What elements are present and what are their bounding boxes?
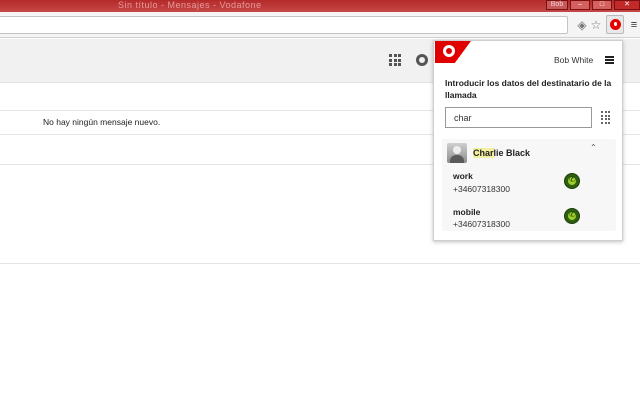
profile-button[interactable]: Bob	[546, 0, 568, 10]
vodafone-logo-icon	[443, 45, 455, 57]
hamburger-menu-icon[interactable]	[605, 56, 614, 64]
phone-icon: ✆	[569, 210, 576, 219]
vodafone-extension-button[interactable]	[606, 15, 624, 34]
close-button[interactable]: ✕	[614, 0, 640, 10]
window-controls: Bob – □ ✕	[544, 0, 640, 10]
contact-card: Charlie Black ⌃ work +34607318300 ✆ mobi…	[442, 139, 616, 231]
call-mobile-button[interactable]: ✆	[564, 208, 580, 224]
minimize-button[interactable]: –	[570, 0, 590, 10]
chevron-up-icon[interactable]: ⌃	[590, 143, 597, 152]
contact-name-match: Char	[473, 148, 494, 158]
signed-in-user: Bob White	[554, 55, 594, 65]
star-icon[interactable]: ☆	[588, 17, 604, 33]
vodafone-logo-icon	[610, 19, 621, 30]
click-to-call-popup: Bob White Introducir los datos del desti…	[433, 40, 623, 241]
call-work-button[interactable]: ✆	[564, 173, 580, 189]
phone-icon: ✆	[569, 175, 576, 184]
dialpad-icon[interactable]	[601, 111, 610, 124]
phone-label-mobile: mobile	[453, 207, 481, 217]
maximize-button[interactable]: □	[592, 0, 612, 10]
divider	[0, 263, 640, 264]
recipient-prompt: Introducir los datos del destinatario de…	[445, 78, 612, 100]
phone-number-work: +34607318300	[453, 184, 510, 194]
contact-search-input[interactable]	[445, 107, 592, 128]
phone-number-mobile: +34607318300	[453, 219, 510, 229]
brand-flag	[435, 41, 471, 63]
window-titlebar: Sin título - Mensajes - Vodafone Bob – □…	[0, 0, 640, 12]
avatar	[447, 143, 467, 163]
contact-name: Charlie Black	[473, 148, 530, 158]
empty-inbox-message: No hay ningún mensaje nuevo.	[43, 117, 161, 127]
address-bar[interactable]	[0, 16, 568, 34]
browser-menu-icon[interactable]: ≡	[626, 17, 640, 33]
apps-grid-icon[interactable]	[389, 54, 401, 66]
notifications-icon[interactable]	[416, 54, 428, 66]
contact-name-rest: lie Black	[493, 148, 531, 158]
window-title: Sin título - Mensajes - Vodafone	[118, 0, 262, 10]
browser-toolbar: ◈ ☆ ≡	[0, 12, 640, 38]
phone-label-work: work	[453, 171, 473, 181]
